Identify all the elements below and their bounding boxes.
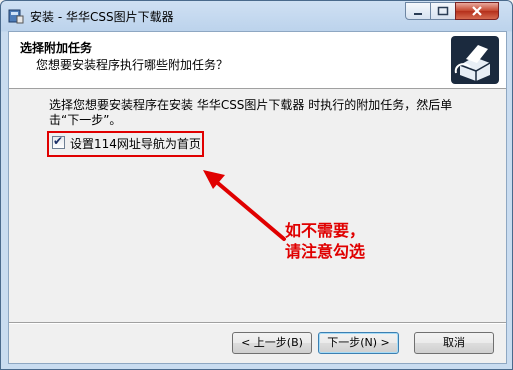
page-title: 选择附加任务 [20,41,93,55]
annotation-text: 如不需要， 请注意勾选 [285,220,365,262]
page-subtitle: 您想要安装程序执行哪些附加任务？ [36,58,229,72]
maximize-button[interactable] [430,2,456,20]
instructions-text: 选择您想要安装程序在安装 华华CSS图片下载器 时执行的附加任务，然后单击“下一… [49,98,453,127]
annotation-line-1: 如不需要， [285,221,366,240]
cancel-button[interactable]: 取消 [414,332,494,354]
setup-box-icon [451,36,499,84]
installer-app-icon [8,9,24,24]
back-button[interactable]: < 上一步(B) [232,332,312,354]
wizard-header: 选择附加任务 您想要安装程序执行哪些附加任务？ [9,32,506,89]
footer-divider [9,322,506,324]
task-checkbox[interactable]: ✔ [52,134,65,149]
installer-window: 安装 - 华华CSS图片下载器 选择附加任务 您想要安装程序执行哪些附加任务？ … [0,0,513,370]
minimize-icon [414,13,422,15]
checkmark-icon: ✔ [53,134,64,148]
task-checkbox-label[interactable]: 设置114网址导航为首页 [70,135,201,152]
minimize-button[interactable] [405,2,431,20]
window-title: 安装 - 华华CSS图片下载器 [30,10,174,24]
red-arrow-icon [203,170,286,241]
wizard-content: 选择附加任务 您想要安装程序执行哪些附加任务？ 选择您想要安装程序在安装 华华C… [8,31,507,364]
close-icon [472,6,482,16]
maximize-icon [437,6,449,16]
annotation-line-2: 请注意勾选 [285,242,366,261]
title-bar[interactable]: 安装 - 华华CSS图片下载器 [1,1,512,31]
close-button[interactable] [455,2,499,20]
next-button[interactable]: 下一步(N) > [318,332,399,354]
